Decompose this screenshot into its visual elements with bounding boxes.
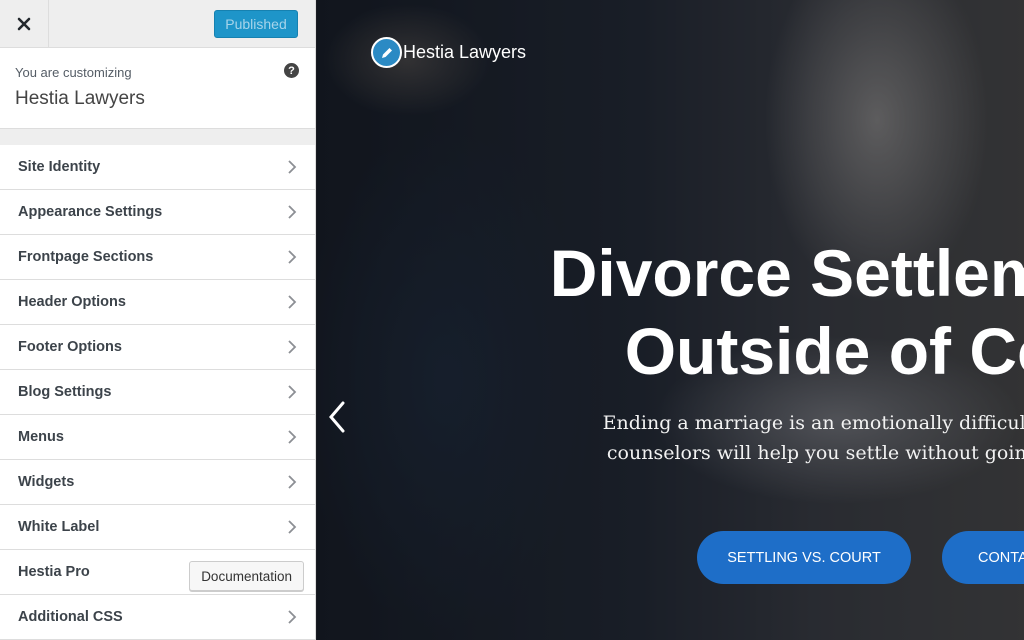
menu-item-blog-settings[interactable]: Blog Settings — [0, 370, 315, 415]
customizing-info: You are customizing Hestia Lawyers ? — [0, 48, 315, 129]
hero-subtitle: Ending a marriage is an emotionally diff… — [517, 408, 1024, 468]
chevron-right-icon — [288, 385, 297, 399]
settling-vs-court-button[interactable]: SETTLING VS. COURT — [697, 531, 911, 584]
menu-item-header-options[interactable]: Header Options — [0, 280, 315, 325]
chevron-right-icon — [288, 340, 297, 354]
chevron-right-icon — [288, 250, 297, 264]
menu-item-label: White Label — [18, 519, 100, 535]
menu-item-label: Menus — [18, 429, 64, 445]
menu-item-label: Appearance Settings — [18, 204, 163, 220]
site-title: Hestia Lawyers — [15, 88, 145, 109]
site-brand: Hestia Lawyers — [371, 37, 526, 68]
customizer-menu: Site Identity Appearance Settings Frontp… — [0, 145, 315, 640]
hero-title: Divorce Settlements Outside of Court — [517, 234, 1024, 390]
publish-button[interactable]: Published — [214, 10, 298, 38]
slider-prev-arrow-icon[interactable] — [327, 400, 347, 434]
sidebar-header: Published — [0, 0, 315, 48]
chevron-right-icon — [288, 160, 297, 174]
chevron-right-icon — [288, 520, 297, 534]
menu-item-label: Header Options — [18, 294, 126, 310]
contact-button[interactable]: CONTACT US — [942, 531, 1024, 584]
help-icon[interactable]: ? — [284, 63, 299, 78]
menu-item-site-identity[interactable]: Site Identity — [0, 145, 315, 190]
menu-item-label: Blog Settings — [18, 384, 112, 400]
edit-shortcut-button[interactable] — [371, 37, 402, 68]
menu-item-label: Frontpage Sections — [18, 249, 154, 265]
site-preview: Hestia Lawyers Divorce Settlements Outsi… — [317, 0, 1024, 640]
menu-item-frontpage-sections[interactable]: Frontpage Sections — [0, 235, 315, 280]
close-icon — [17, 17, 31, 30]
menu-item-appearance-settings[interactable]: Appearance Settings — [0, 190, 315, 235]
menu-item-label: Additional CSS — [18, 609, 123, 625]
hero-title-line2: Outside of Court — [624, 314, 1024, 388]
hero-subtitle-line1: Ending a marriage is an emotionally diff… — [602, 412, 1024, 434]
menu-item-hestia-pro: Hestia Pro Documentation — [0, 550, 315, 595]
menu-item-menus[interactable]: Menus — [0, 415, 315, 460]
hero-title-line1: Divorce Settlements — [549, 236, 1024, 310]
close-button[interactable] — [0, 0, 49, 47]
hero-subtitle-line2: counselors will help you settle without … — [606, 442, 1024, 464]
menu-item-label: Footer Options — [18, 339, 122, 355]
menu-item-label: Hestia Pro — [18, 564, 90, 580]
menu-item-label: Widgets — [18, 474, 75, 490]
brand-name[interactable]: Hestia Lawyers — [403, 42, 526, 63]
customizer-sidebar: Published You are customizing Hestia Law… — [0, 0, 316, 640]
chevron-right-icon — [288, 430, 297, 444]
menu-item-additional-css[interactable]: Additional CSS — [0, 595, 315, 640]
chevron-right-icon — [288, 295, 297, 309]
menu-item-label: Site Identity — [18, 159, 101, 175]
customizing-label: You are customizing — [15, 65, 132, 80]
section-gap — [0, 129, 315, 145]
menu-item-footer-options[interactable]: Footer Options — [0, 325, 315, 370]
documentation-button[interactable]: Documentation — [189, 561, 304, 591]
menu-item-white-label[interactable]: White Label — [0, 505, 315, 550]
menu-item-widgets[interactable]: Widgets — [0, 460, 315, 505]
pencil-icon — [381, 47, 392, 58]
chevron-right-icon — [288, 205, 297, 219]
chevron-right-icon — [288, 475, 297, 489]
chevron-right-icon — [288, 610, 297, 624]
